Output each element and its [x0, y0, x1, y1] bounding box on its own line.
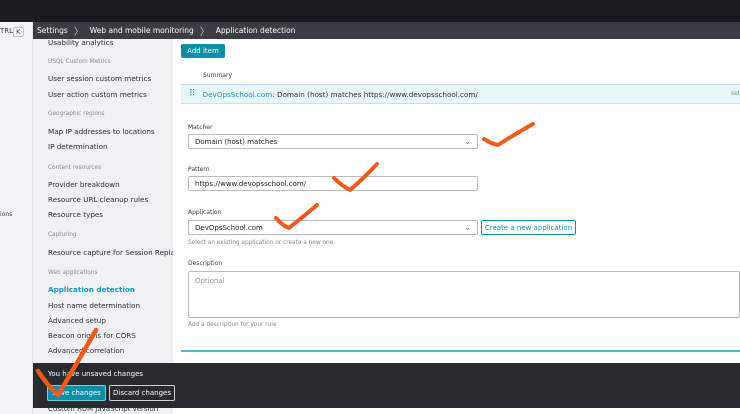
breadcrumb-application-detection: Application detection: [212, 22, 302, 39]
nav-group-capturing: Capturing: [48, 232, 77, 238]
chevron-down-icon: ⌄: [464, 137, 471, 146]
nav-map-ip[interactable]: Map IP addresses to locations: [48, 127, 155, 136]
description-textarea[interactable]: Optional: [188, 271, 740, 318]
drag-handle-icon[interactable]: ⠿: [189, 89, 196, 99]
shortcut-key: K: [13, 27, 24, 37]
nav-host-name-determination[interactable]: Host name determination: [48, 301, 140, 310]
nav-group-usql: USQL Custom Metrics: [48, 59, 111, 65]
summary-tag: set: [730, 90, 740, 97]
nav-provider-breakdown[interactable]: Provider breakdown: [48, 180, 120, 189]
nav-resource-types[interactable]: Resource types: [48, 210, 103, 219]
description-label: Description: [188, 260, 223, 267]
left-rail: [0, 22, 33, 414]
application-helper: Select an existing application or create…: [188, 240, 336, 246]
chevron-right-icon: 〉: [199, 27, 210, 38]
nav-resource-capture[interactable]: Resource capture for Session Replay: [48, 248, 173, 257]
nav-advanced-correlation[interactable]: Advanced correlation: [48, 346, 124, 355]
breadcrumb-label: Settings: [37, 26, 68, 35]
top-app-bar: [0, 0, 740, 22]
nav-user-session-metrics[interactable]: User session custom metrics: [48, 74, 151, 83]
nav-group-geo: Geographic regions: [48, 111, 105, 117]
chevron-right-icon: 〉: [73, 27, 84, 38]
add-item-button[interactable]: Add item: [181, 44, 225, 58]
nav-ip-determination[interactable]: IP determination: [48, 142, 108, 151]
chevron-down-icon: ⌄: [464, 223, 471, 232]
main-content: Add item Summary ⠿ DevOpsSchool.com : Do…: [173, 39, 740, 414]
discard-changes-button[interactable]: Discard changes: [109, 385, 175, 401]
description-placeholder: Optional: [195, 277, 225, 285]
shortcut-modifier: TRL: [0, 27, 14, 35]
nav-group-web: Web applications: [48, 270, 98, 276]
breadcrumb-web-mobile[interactable]: Web and mobile monitoring: [86, 22, 200, 39]
application-label: Application: [188, 209, 222, 216]
save-changes-button[interactable]: Save changes: [47, 385, 106, 401]
section-divider: [181, 350, 740, 352]
nav-custom-rum-version[interactable]: Custom RUM JavaScript version: [48, 405, 158, 413]
nav-usability-analytics[interactable]: Usability analytics: [48, 39, 113, 47]
breadcrumb-label: Web and mobile monitoring: [89, 26, 194, 35]
nav-advanced-setup[interactable]: Advanced setup: [48, 316, 106, 325]
matcher-label: Matcher: [188, 124, 213, 131]
nav-group-content: Content resources: [48, 165, 101, 171]
unsaved-message: You have unsaved changes: [48, 370, 144, 378]
rail-partial-label: ions: [0, 211, 13, 218]
create-application-button[interactable]: Create a new application: [481, 220, 576, 235]
matcher-value: Domain (host) matches: [195, 137, 278, 146]
nav-application-detection[interactable]: Application detection: [48, 285, 135, 294]
nav-user-action-metrics[interactable]: User action custom metrics: [48, 90, 147, 99]
nav-resource-url-cleanup[interactable]: Resource URL cleanup rules: [48, 195, 148, 204]
summary-column-header: Summary: [203, 72, 232, 79]
nav-beacon-origins[interactable]: Beacon origins for CORS: [48, 331, 136, 340]
description-helper: Add a description for your rule: [188, 322, 277, 328]
matcher-select[interactable]: Domain (host) matches ⌄: [188, 134, 478, 149]
settings-sidebar: Usability analytics USQL Custom Metrics …: [33, 39, 173, 414]
unsaved-changes-bar: You have unsaved changes Save changes Di…: [33, 363, 740, 408]
breadcrumb-label: Application detection: [215, 26, 296, 35]
pattern-value: https://www.devopsschool.com/: [195, 179, 307, 188]
application-select[interactable]: DevOpsSchool.com ⌄: [188, 220, 478, 235]
application-value: DevOpsSchool.com: [195, 223, 263, 232]
summary-rule-text: : Domain (host) matches https://www.devo…: [272, 89, 478, 99]
pattern-input[interactable]: https://www.devopsschool.com/: [188, 176, 478, 191]
rule-summary-row[interactable]: ⠿ DevOpsSchool.com : Domain (host) match…: [181, 84, 740, 104]
breadcrumb-settings[interactable]: Settings: [33, 22, 74, 39]
pattern-label: Pattern: [188, 166, 210, 173]
breadcrumb: Settings 〉 Web and mobile monitoring 〉 A…: [33, 22, 740, 39]
summary-app-link[interactable]: DevOpsSchool.com: [203, 90, 273, 99]
